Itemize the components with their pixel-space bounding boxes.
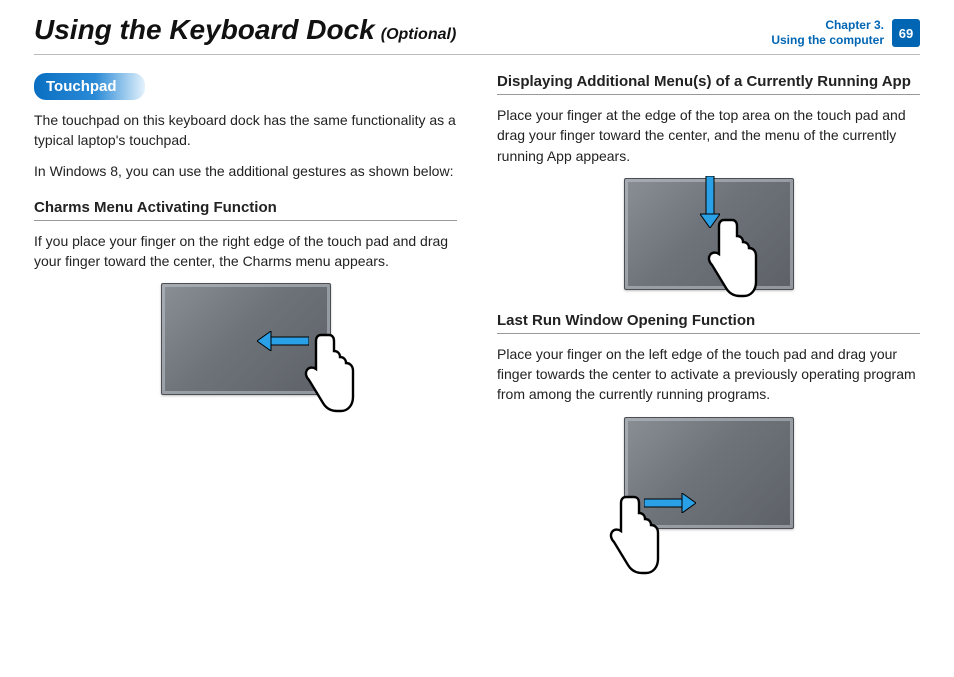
chapter-line-2: Using the computer: [771, 33, 884, 48]
touchpad-surface: [161, 283, 331, 395]
last-run-body: Place your finger on the left edge of th…: [497, 344, 920, 405]
right-column: Displaying Additional Menu(s) of a Curre…: [497, 73, 920, 551]
page-number-badge: 69: [892, 19, 920, 47]
touchpad-graphic: [161, 283, 331, 395]
charms-illustration: [34, 283, 457, 395]
display-menu-illustration: [497, 178, 920, 290]
chapter-text: Chapter 3. Using the computer: [771, 18, 884, 48]
display-menu-heading: Displaying Additional Menu(s) of a Curre…: [497, 73, 920, 95]
intro-paragraph-2: In Windows 8, you can use the additional…: [34, 161, 457, 181]
last-run-heading: Last Run Window Opening Function: [497, 312, 920, 334]
touchpad-surface: [624, 417, 794, 529]
chapter-line-1: Chapter 3.: [771, 18, 884, 33]
page-number: 69: [899, 26, 913, 41]
left-column: Touchpad The touchpad on this keyboard d…: [34, 73, 457, 551]
touchpad-graphic: [624, 178, 794, 290]
charms-heading: Charms Menu Activating Function: [34, 199, 457, 221]
section-label-touchpad: Touchpad: [34, 73, 145, 100]
page-header: Using the Keyboard Dock (Optional) Chapt…: [34, 14, 920, 55]
chapter-block: Chapter 3. Using the computer 69: [771, 18, 920, 48]
page-title-suffix: (Optional): [381, 26, 457, 44]
display-menu-body: Place your finger at the edge of the top…: [497, 105, 920, 166]
charms-body: If you place your finger on the right ed…: [34, 231, 457, 272]
title-block: Using the Keyboard Dock (Optional): [34, 14, 456, 46]
page: Using the Keyboard Dock (Optional) Chapt…: [0, 0, 954, 571]
intro-paragraph-1: The touchpad on this keyboard dock has t…: [34, 110, 457, 151]
touchpad-surface: [624, 178, 794, 290]
content-columns: Touchpad The touchpad on this keyboard d…: [34, 73, 920, 551]
page-title: Using the Keyboard Dock: [34, 14, 375, 46]
last-run-illustration: [497, 417, 920, 529]
touchpad-graphic: [624, 417, 794, 529]
